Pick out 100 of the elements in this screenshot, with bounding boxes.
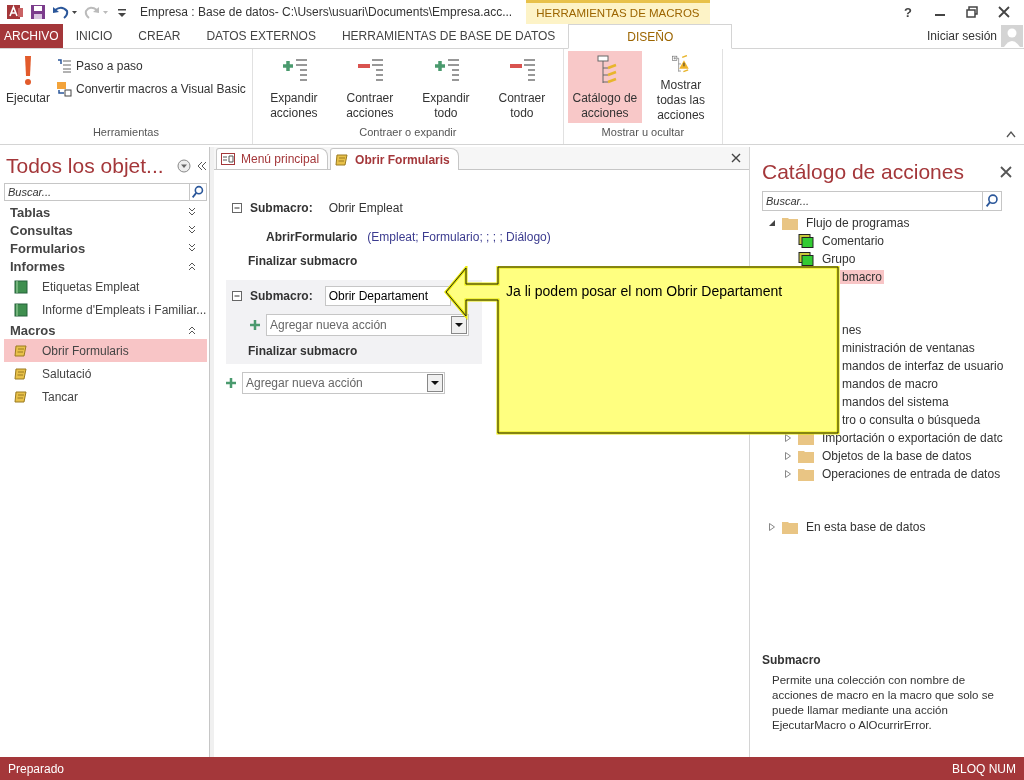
collapse-pane-icon[interactable]	[197, 161, 207, 171]
action-name: AbrirFormulario	[266, 230, 358, 244]
folder-icon	[782, 520, 798, 534]
catalog-item[interactable]: Importación o exportación de datc	[820, 431, 1005, 445]
nav-group-header[interactable]: Formularios	[4, 239, 207, 257]
nav-item[interactable]: Obrir Formularis	[4, 339, 207, 362]
catalog-item[interactable]: Objetos de la base de datos	[820, 449, 974, 463]
dropdown-icon[interactable]	[177, 159, 191, 173]
ribbon-tab[interactable]: DISEÑO	[568, 24, 733, 49]
catalog-item[interactable]: ministración de ventanas	[840, 341, 977, 355]
nav-item[interactable]: Tancar	[4, 385, 207, 408]
ribbon-button[interactable]: Mostrar todas las acciones	[643, 51, 718, 123]
description-title: Submacro	[762, 653, 822, 667]
scroll-icon	[14, 389, 28, 404]
search-icon[interactable]	[189, 183, 207, 201]
step-icon	[56, 58, 73, 74]
end-submacro-label: Finalizar submacro	[247, 343, 359, 358]
ribbon-button[interactable]: Paso a paso	[54, 55, 248, 77]
context-tab-label: HERRAMIENTAS DE MACROS	[526, 0, 710, 24]
nav-item[interactable]: Informe d'Empleats i Familiar...	[4, 298, 207, 321]
add-action-dropdown[interactable]: Agregar nueva acción	[266, 314, 469, 336]
report-icon	[14, 279, 28, 294]
catalog-item[interactable]: nes	[840, 323, 864, 337]
ribbon-tab[interactable]: ARCHIVO	[0, 24, 63, 48]
group-label: Mostrar u ocultar	[600, 126, 686, 140]
ribbon-button[interactable]: Expandir acciones	[256, 51, 331, 123]
folder-icon	[798, 449, 814, 463]
catalog-item[interactable]: mandos de interfaz de usuario	[840, 359, 1006, 373]
catalog-item[interactable]: Flujo de programas	[804, 216, 912, 230]
description-text: Permite una colección con nombre de acciones de macro en la macro que solo se puede llamar mediante una acción EjecutarMacro o AlOcurrirError.	[771, 673, 995, 733]
action-icon	[798, 234, 814, 248]
catalog-item[interactable]: mandos de macro	[840, 377, 941, 391]
nav-group-header[interactable]: Macros	[4, 321, 207, 339]
expander-icon[interactable]	[768, 219, 776, 227]
nav-item[interactable]: Etiquetas Empleat	[4, 275, 207, 298]
action-arguments: (Empleat; Formulario; ; ; ; Diálogo)	[367, 230, 551, 244]
report-icon	[14, 302, 28, 317]
close-icon[interactable]	[1000, 166, 1012, 178]
search-icon[interactable]	[982, 191, 1002, 211]
window-title: Empresa : Base de datos- C:\Users\usuari\Documents\Empresa.acc...	[140, 5, 513, 19]
scroll-icon	[14, 366, 28, 381]
restore-icon[interactable]	[966, 6, 978, 18]
group-label: Herramientas	[91, 126, 160, 140]
collapse-toggle-icon[interactable]	[232, 203, 242, 213]
save-icon[interactable]	[30, 4, 46, 20]
access-logo-icon[interactable]	[6, 3, 24, 21]
catalog-item[interactable]: bmacro	[840, 270, 884, 284]
folder-icon	[798, 467, 814, 481]
num-lock-indicator: BLOQ NUM	[952, 761, 1016, 776]
ribbon-tab[interactable]: CREAR	[125, 24, 194, 48]
folder-icon	[782, 216, 798, 230]
convert-icon	[56, 81, 73, 97]
action-icon	[798, 252, 814, 266]
document-tab[interactable]: Obrir Formularis	[330, 148, 459, 170]
submacro-block[interactable]: Submacro: Obrir Departament Agregar nueva acción Finalizar submacro	[226, 280, 482, 364]
nav-item[interactable]: Salutació	[4, 362, 207, 385]
ribbon-button[interactable]: Convertir macros a Visual Basic	[54, 78, 248, 100]
catalog-title: Catálogo de acciones	[762, 160, 964, 184]
ribbon-button[interactable]: Catálogo de acciones	[567, 51, 642, 123]
end-submacro-label: Finalizar submacro	[247, 253, 359, 268]
plus-icon	[226, 378, 236, 388]
ribbon-tab[interactable]: HERRAMIENTAS DE BASE DE DATOS	[328, 24, 569, 48]
ribbon-tab[interactable]: DATOS EXTERNOS	[193, 24, 329, 48]
nav-group-header[interactable]: Consultas	[4, 221, 207, 239]
sign-in-link[interactable]: Iniciar sesión	[926, 24, 997, 48]
search-field[interactable]: Buscar...	[4, 183, 189, 201]
scroll-icon	[335, 152, 350, 167]
undo-icon[interactable]	[52, 4, 78, 20]
ribbon-button[interactable]: Ejecutar	[4, 51, 53, 123]
collapse-ribbon-icon[interactable]	[1006, 130, 1016, 138]
submacro-name: Obrir Empleat	[328, 201, 403, 215]
submacro-label: Submacro:	[250, 201, 313, 215]
catalog-item[interactable]: Operaciones de entrada de datos	[820, 467, 1003, 481]
submacro-label: Submacro:	[250, 289, 313, 303]
ribbon-button[interactable]: Expandir todo	[408, 51, 483, 123]
ribbon-button[interactable]: Contraer acciones	[332, 51, 407, 123]
nav-pane-title[interactable]: Todos los objet...	[4, 154, 164, 178]
scroll-icon	[14, 343, 28, 358]
status-text: Preparado	[8, 761, 65, 776]
help-button[interactable]: ?	[904, 4, 912, 20]
catalog-item[interactable]: En esta base de datos	[804, 520, 928, 534]
ribbon-button[interactable]: Contraer todo	[484, 51, 559, 123]
search-field[interactable]: Buscar...	[762, 191, 982, 211]
collapse-toggle-icon[interactable]	[232, 291, 242, 301]
exclamation-icon	[22, 55, 34, 87]
catalog-item[interactable]: mandos del sistema	[840, 395, 951, 409]
ribbon-tab[interactable]: INICIO	[62, 24, 126, 48]
close-icon[interactable]	[731, 153, 741, 163]
catalog-item[interactable]: tro o consulta o búsqueda	[840, 413, 983, 427]
nav-group-header[interactable]: Informes	[4, 257, 207, 275]
plus-icon	[250, 320, 260, 330]
nav-group-header[interactable]: Tablas	[4, 203, 207, 221]
submacro-name-field[interactable]: Obrir Departament	[324, 286, 451, 306]
catalog-item[interactable]: Comentario	[820, 234, 887, 248]
tooltip-text: Ja li podem posar el nom Obrir Departament	[506, 283, 783, 299]
add-action-dropdown[interactable]: Agregar nueva acción	[242, 372, 445, 394]
close-icon[interactable]	[998, 6, 1010, 18]
catalog-item[interactable]: Grupo	[820, 252, 858, 266]
document-tab[interactable]: Menú principal	[216, 148, 329, 169]
form-icon	[221, 153, 235, 165]
